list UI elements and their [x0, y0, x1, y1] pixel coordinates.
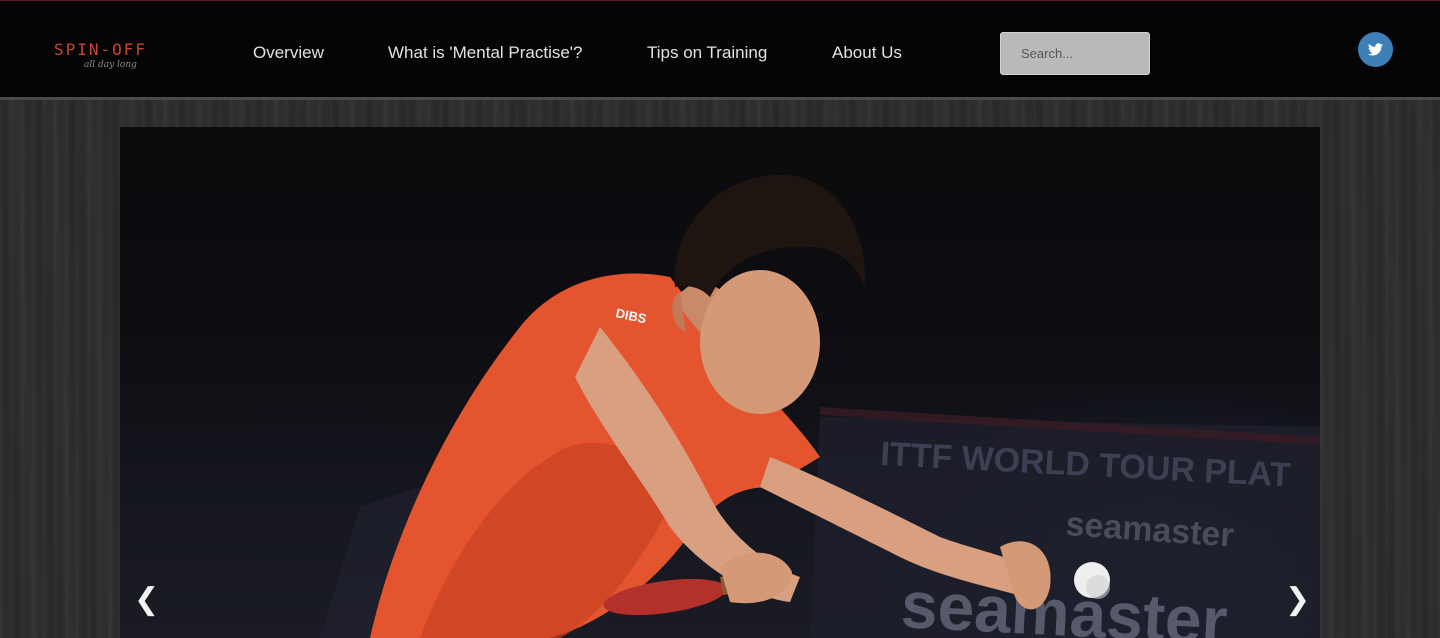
search-input[interactable]	[1000, 32, 1150, 75]
nav-overview[interactable]: Overview	[253, 43, 324, 63]
slider-next-button[interactable]: ❯	[1285, 582, 1310, 618]
twitter-button[interactable]	[1358, 32, 1393, 67]
ball-shade	[1086, 575, 1110, 599]
slider-prev-button[interactable]: ❮	[134, 582, 159, 618]
logo-tagline: all day long	[84, 60, 137, 70]
hero-slider: ITTF WORLD TOUR PLAT seamaster seamaster…	[120, 127, 1320, 638]
nav-about-us[interactable]: About Us	[832, 43, 902, 63]
nav-tips-on-training[interactable]: Tips on Training	[647, 43, 767, 63]
site-logo[interactable]: SPIN-OFF all day long	[54, 41, 174, 81]
twitter-bird-icon	[1368, 43, 1383, 56]
nav-mental-practise[interactable]: What is 'Mental Practise'?	[388, 43, 583, 63]
logo-title: SPIN-OFF	[54, 40, 148, 59]
player-face	[700, 270, 820, 414]
site-header: SPIN-OFF all day long Overview What is '…	[0, 0, 1440, 100]
slide-image: ITTF WORLD TOUR PLAT seamaster seamaster…	[320, 174, 1320, 638]
